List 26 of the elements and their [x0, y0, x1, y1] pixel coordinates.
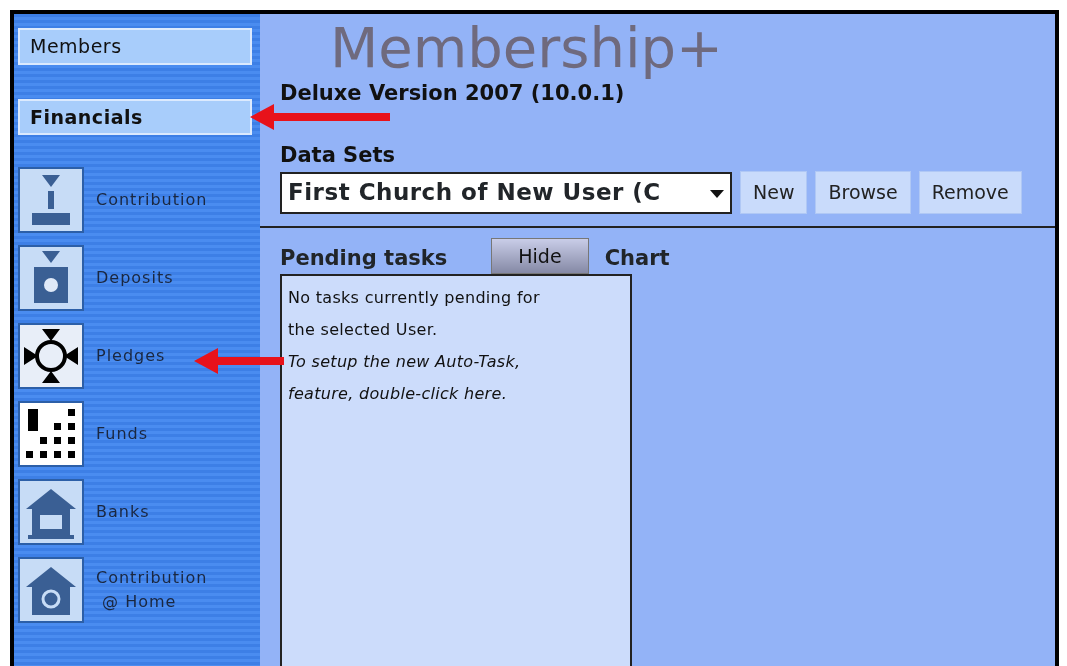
arrow-icon [250, 102, 390, 132]
arrow-icon [194, 346, 284, 376]
hint-link[interactable]: To setup the new Auto-Task, feature, double-click here. [288, 346, 578, 410]
nav-label[interactable]: Contribution [96, 188, 208, 212]
nav-label[interactable]: Banks [96, 500, 150, 524]
hide-button[interactable]: Hide [491, 237, 589, 274]
section-button[interactable]: Members [18, 28, 252, 65]
nav-label[interactable]: Pledges [96, 344, 166, 368]
target-icon[interactable] [18, 323, 84, 389]
dataset-dropdown[interactable]: First Church of New User (C [280, 171, 732, 214]
nav-label[interactable]: Funds [96, 422, 149, 446]
section-button[interactable]: Financials [18, 98, 252, 135]
task-list-panel[interactable]: No tasks currently pending for the selected User. To setup the new Auto-Task, feature, double-click here. [280, 274, 632, 666]
toolbar-button[interactable]: New [740, 171, 808, 214]
house-icon[interactable] [18, 479, 84, 545]
panel-title: Chart [604, 244, 670, 272]
nav-label[interactable]: Contribution @ Home [96, 566, 208, 614]
house-icon[interactable] [18, 557, 84, 623]
nav-label[interactable]: Deposits [96, 266, 174, 290]
toolbar-button[interactable]: Browse [815, 171, 911, 214]
section-title: Data Sets [280, 141, 397, 169]
message-text: No tasks currently pending for the selected User. [288, 287, 541, 341]
toolbar-button[interactable]: Remove [918, 171, 1022, 214]
version-text: Deluxe Version 2007 (10.0.1) [280, 80, 626, 107]
panel-title: Pending tasks [280, 244, 448, 272]
dot-grid-icon[interactable] [18, 401, 84, 467]
